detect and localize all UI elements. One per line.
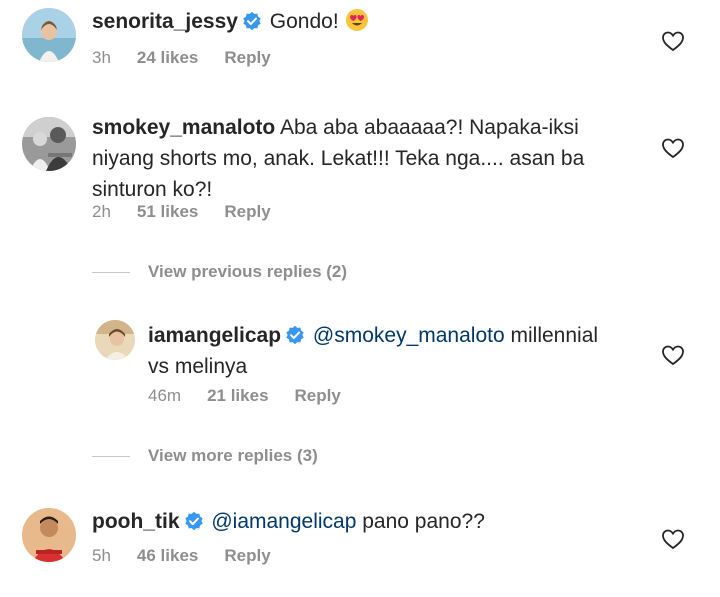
comment-text: senorita_jessy Gondo!: [92, 6, 369, 37]
timestamp: 5h: [92, 546, 111, 565]
view-previous-replies[interactable]: View previous replies (2): [92, 262, 412, 284]
like-heart-icon[interactable]: [661, 528, 685, 550]
reply-button[interactable]: Reply: [224, 546, 270, 565]
username[interactable]: iamangelicap: [148, 324, 281, 347]
mention-link[interactable]: @iamangelicap: [211, 510, 356, 533]
comment-text: iamangelicap @smokey_manaloto millennial…: [148, 320, 648, 382]
comment-meta: 3h 24 likes Reply: [92, 48, 297, 68]
like-heart-icon[interactable]: [661, 30, 685, 52]
heart-eyes-emoji-icon: [345, 9, 368, 31]
username[interactable]: smokey_manaloto: [92, 116, 275, 139]
avatar[interactable]: [95, 320, 135, 360]
comment-text: pooh_tik @iamangelicap pano pano??: [92, 506, 485, 537]
reply-button[interactable]: Reply: [295, 386, 341, 405]
timestamp: 3h: [92, 48, 111, 67]
comment-body-line2: vs melinya: [148, 355, 248, 378]
comment-body: Gondo!: [269, 10, 339, 33]
view-more-replies[interactable]: View more replies (3): [92, 446, 412, 468]
view-previous-replies-label[interactable]: View previous replies (2): [148, 262, 347, 282]
comment-meta: 2h 51 likes Reply: [92, 202, 297, 222]
like-heart-icon[interactable]: [661, 344, 685, 366]
comment-meta: 46m 21 likes Reply: [148, 386, 367, 406]
likes-count[interactable]: 46 likes: [137, 546, 198, 565]
like-heart-icon[interactable]: [661, 137, 685, 159]
likes-count[interactable]: 24 likes: [137, 48, 198, 67]
divider-line: [92, 272, 130, 273]
username[interactable]: pooh_tik: [92, 510, 180, 533]
comment-body: pano pano??: [362, 510, 485, 533]
avatar[interactable]: [22, 8, 76, 62]
divider-line: [92, 456, 130, 457]
timestamp: 46m: [148, 386, 182, 405]
comment-body-line2: niyang shorts mo, anak. Lekat!!! Teka ng…: [92, 147, 585, 170]
likes-count[interactable]: 51 likes: [137, 202, 198, 221]
comment-body-line1: Aba aba abaaaaa?! Napaka-iksi: [279, 116, 579, 139]
comment-body-line1: millennial: [510, 324, 599, 347]
mention-link[interactable]: @smokey_manaloto: [313, 324, 505, 347]
avatar[interactable]: [22, 508, 76, 562]
likes-count[interactable]: 21 likes: [207, 386, 268, 405]
reply-button[interactable]: Reply: [224, 202, 270, 221]
username[interactable]: senorita_jessy: [92, 10, 238, 33]
comment-body-line3: sinturon ko?!: [92, 178, 213, 201]
verified-badge-icon: [286, 325, 304, 345]
verified-badge-icon: [243, 11, 261, 31]
verified-badge-icon: [184, 511, 203, 531]
comment-meta: 5h 46 likes Reply: [92, 546, 297, 566]
view-more-replies-label[interactable]: View more replies (3): [148, 446, 318, 466]
avatar[interactable]: [22, 117, 76, 171]
timestamp: 2h: [92, 202, 111, 221]
comment-text: smokey_manaloto Aba aba abaaaaa?! Napaka…: [92, 112, 652, 205]
reply-button[interactable]: Reply: [224, 48, 270, 67]
